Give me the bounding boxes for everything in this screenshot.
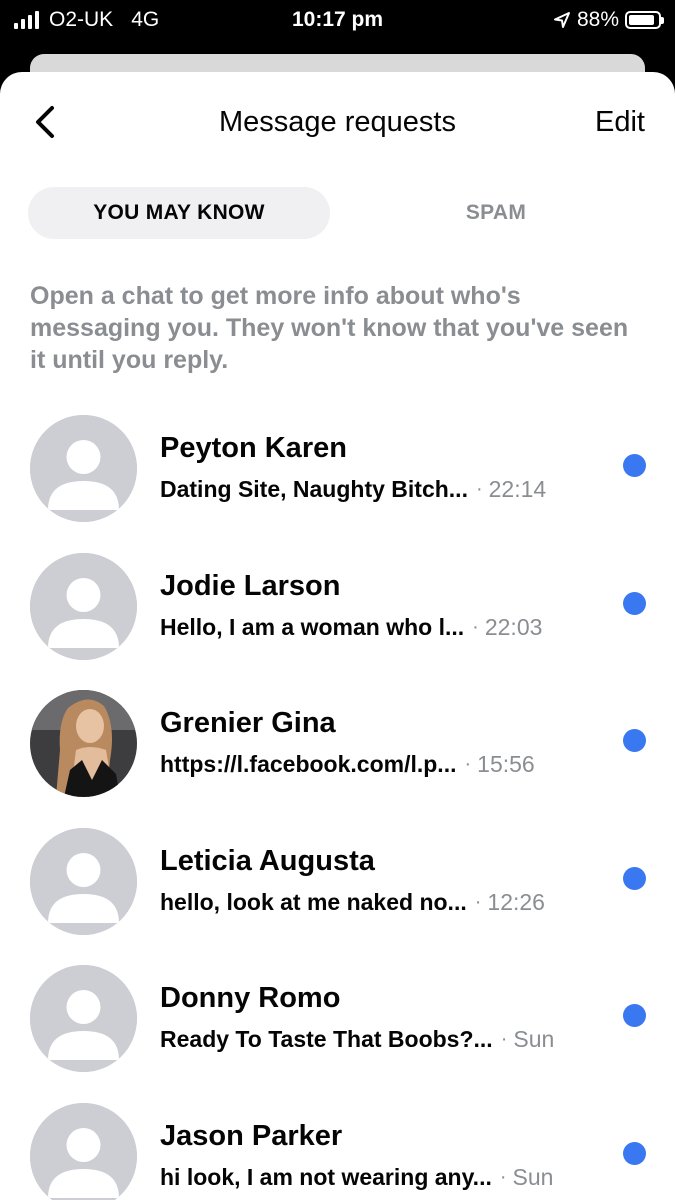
- request-row[interactable]: Grenier Gina https://l.facebook.com/l.p.…: [0, 687, 675, 825]
- avatar[interactable]: [30, 690, 137, 797]
- default-avatar-icon: [30, 827, 137, 935]
- separator-dot: ·: [472, 615, 479, 638]
- avatar[interactable]: [30, 965, 137, 1072]
- sender-name: Peyton Karen: [160, 432, 347, 464]
- separator-dot: ·: [475, 478, 483, 500]
- unread-indicator: [623, 1004, 646, 1027]
- default-avatar-icon: [30, 552, 137, 660]
- preview-line: Ready To Taste That Boobs?... · Sun: [160, 1026, 600, 1053]
- message-preview: https://l.facebook.com/l.p...: [160, 751, 457, 777]
- separator-dot: ·: [499, 1165, 507, 1188]
- location-icon: [553, 12, 570, 28]
- page-title: Message requests: [219, 106, 456, 138]
- info-text: Open a chat to get more info about who's…: [30, 282, 629, 374]
- message-preview: Hello, I am a woman who l...: [160, 613, 465, 640]
- message-time: Sun: [513, 1026, 555, 1052]
- nav-bar: Message requests Edit: [0, 72, 675, 172]
- unread-indicator: [623, 591, 646, 615]
- sender-name: Leticia Augusta: [160, 844, 375, 877]
- avatar[interactable]: [30, 1102, 137, 1200]
- default-avatar-icon: [30, 415, 137, 522]
- message-time: 12:26: [487, 888, 545, 915]
- unread-indicator: [623, 866, 646, 890]
- message-preview: Ready To Taste That Boobs?...: [160, 1026, 493, 1052]
- status-right: 88%: [553, 8, 664, 32]
- message-time: 22:14: [488, 476, 547, 502]
- sender-name: Jason Parker: [160, 1119, 343, 1152]
- message-preview: Dating Site, Naughty Bitch...: [160, 476, 468, 502]
- unread-indicator: [623, 729, 646, 752]
- separator-dot: ·: [474, 890, 482, 913]
- status-bar: O2-UK 4G 10:17 pm 88%: [0, 0, 675, 52]
- request-row[interactable]: Donny Romo Ready To Taste That Boobs?...…: [0, 962, 675, 1100]
- profile-photo: [30, 690, 137, 797]
- tab-you-may-know[interactable]: YOU MAY KNOW: [28, 187, 330, 239]
- separator-dot: ·: [500, 1028, 508, 1050]
- default-avatar-icon: [30, 1102, 137, 1200]
- edit-button[interactable]: Edit: [595, 106, 645, 139]
- message-preview: hi look, I am not wearing any...: [160, 1163, 492, 1190]
- request-row[interactable]: Peyton Karen Dating Site, Naughty Bitch.…: [0, 412, 675, 550]
- signal-icon: [14, 11, 39, 29]
- request-row[interactable]: Jodie Larson Hello, I am a woman who l..…: [0, 550, 675, 688]
- message-time: 15:56: [477, 751, 535, 777]
- status-left: O2-UK 4G: [14, 8, 159, 32]
- default-avatar-icon: [30, 965, 137, 1072]
- network-type: 4G: [131, 8, 160, 31]
- avatar[interactable]: [30, 552, 137, 660]
- unread-indicator: [623, 454, 646, 477]
- sender-name: Jodie Larson: [160, 569, 341, 602]
- message-requests-sheet: Message requests Edit YOU MAY KNOW SPAM …: [0, 72, 675, 1200]
- message-time: Sun: [512, 1163, 554, 1190]
- carrier-label: O2-UK: [49, 8, 114, 31]
- message-preview: hello, look at me naked no...: [160, 888, 467, 915]
- request-row[interactable]: Jason Parker hi look, I am not wearing a…: [0, 1100, 675, 1200]
- battery-icon: [625, 11, 664, 29]
- request-tabs: YOU MAY KNOW SPAM: [28, 187, 648, 239]
- preview-line: hi look, I am not wearing any... · Sun: [160, 1164, 600, 1191]
- sender-name: Donny Romo: [160, 982, 341, 1014]
- unread-indicator: [623, 1141, 646, 1165]
- preview-line: https://l.facebook.com/l.p... · 15:56: [160, 751, 600, 778]
- avatar[interactable]: [30, 415, 137, 522]
- sender-name: Grenier Gina: [160, 707, 336, 739]
- message-time: 22:03: [484, 613, 543, 640]
- request-list: Peyton Karen Dating Site, Naughty Bitch.…: [0, 412, 675, 1200]
- tab-spam[interactable]: SPAM: [346, 187, 646, 239]
- preview-line: hello, look at me naked no... · 12:26: [160, 889, 600, 916]
- request-row[interactable]: Leticia Augusta hello, look at me naked …: [0, 825, 675, 963]
- preview-line: Hello, I am a woman who l... · 22:03: [160, 614, 600, 641]
- avatar[interactable]: [30, 827, 137, 935]
- separator-dot: ·: [464, 753, 472, 775]
- battery-percent: 88%: [576, 8, 619, 31]
- preview-line: Dating Site, Naughty Bitch... · 22:14: [160, 476, 600, 503]
